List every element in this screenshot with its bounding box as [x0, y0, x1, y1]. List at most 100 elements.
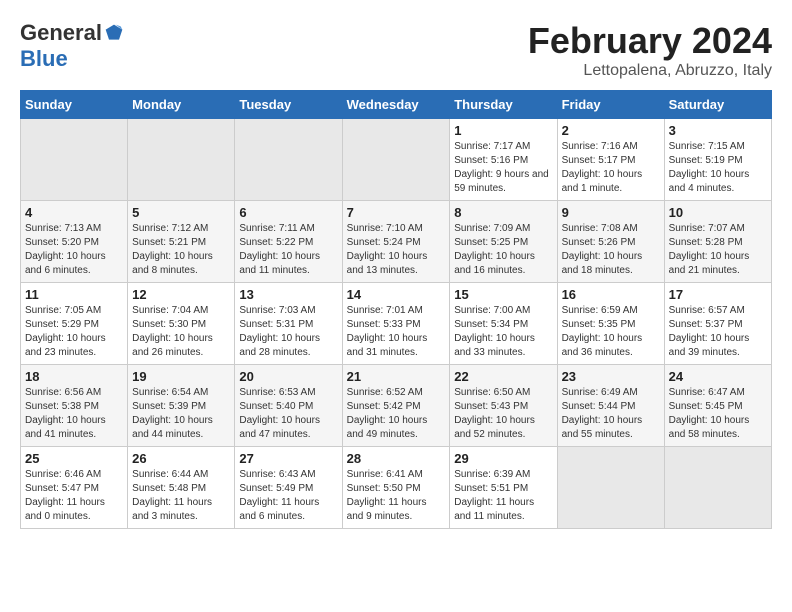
logo-icon	[104, 23, 124, 43]
day-info: Sunrise: 6:57 AMSunset: 5:37 PMDaylight:…	[669, 304, 767, 360]
calendar-cell: 28Sunrise: 6:41 AMSunset: 5:50 PMDayligh…	[342, 447, 450, 529]
day-info: Sunrise: 7:12 AMSunset: 5:21 PMDaylight:…	[132, 222, 230, 278]
calendar-cell	[342, 119, 450, 201]
day-number: 6	[239, 205, 337, 220]
calendar-cell: 22 Sunrise: 6:50 AMSunset: 5:43 PMDayligh…	[450, 365, 557, 447]
day-info: Sunrise: 7:13 AMSunset: 5:20 PMDaylight:…	[25, 222, 123, 278]
day-number: 21	[347, 369, 446, 384]
weekday-header-thursday: Thursday	[450, 91, 557, 119]
calendar-cell: 17 Sunrise: 6:57 AMSunset: 5:37 PMDayligh…	[664, 283, 771, 365]
day-number: 4	[25, 205, 123, 220]
calendar-week-row: 18 Sunrise: 6:56 AMSunset: 5:38 PMDayligh…	[21, 365, 772, 447]
day-number: 13	[239, 287, 337, 302]
day-number: 12	[132, 287, 230, 302]
day-info: Sunrise: 6:47 AMSunset: 5:45 PMDaylight:…	[669, 386, 767, 442]
day-number: 8	[454, 205, 552, 220]
day-number: 10	[669, 205, 767, 220]
day-number: 9	[562, 205, 660, 220]
calendar-cell: 13 Sunrise: 7:03 AMSunset: 5:31 PMDayligh…	[235, 283, 342, 365]
calendar-cell	[235, 119, 342, 201]
day-number: 16	[562, 287, 660, 302]
weekday-header-friday: Friday	[557, 91, 664, 119]
calendar-cell: 1 Sunrise: 7:17 AMSunset: 5:16 PMDaylight…	[450, 119, 557, 201]
calendar-cell: 24Sunrise: 6:47 AMSunset: 5:45 PMDayligh…	[664, 365, 771, 447]
weekday-header-row: SundayMondayTuesdayWednesdayThursdayFrid…	[21, 91, 772, 119]
weekday-header-sunday: Sunday	[21, 91, 128, 119]
day-number: 29	[454, 451, 552, 466]
calendar-cell: 7 Sunrise: 7:10 AMSunset: 5:24 PMDaylight…	[342, 201, 450, 283]
calendar-cell: 29Sunrise: 6:39 AMSunset: 5:51 PMDayligh…	[450, 447, 557, 529]
day-number: 22	[454, 369, 552, 384]
weekday-header-wednesday: Wednesday	[342, 91, 450, 119]
day-info: Sunrise: 7:10 AMSunset: 5:24 PMDaylight:…	[347, 222, 446, 278]
calendar-cell: 25 Sunrise: 6:46 AMSunset: 5:47 PMDayligh…	[21, 447, 128, 529]
day-info: Sunrise: 7:07 AMSunset: 5:28 PMDaylight:…	[669, 222, 767, 278]
day-number: 5	[132, 205, 230, 220]
weekday-header-tuesday: Tuesday	[235, 91, 342, 119]
day-info: Sunrise: 6:43 AMSunset: 5:49 PMDaylight:…	[239, 468, 337, 524]
calendar-cell: 26 Sunrise: 6:44 AMSunset: 5:48 PMDayligh…	[128, 447, 235, 529]
month-title: February 2024	[528, 20, 772, 62]
calendar-cell: 12Sunrise: 7:04 AMSunset: 5:30 PMDayligh…	[128, 283, 235, 365]
day-number: 20	[239, 369, 337, 384]
day-info: Sunrise: 6:54 AMSunset: 5:39 PMDaylight:…	[132, 386, 230, 442]
day-info: Sunrise: 7:17 AMSunset: 5:16 PMDaylight:…	[454, 140, 552, 196]
day-info: Sunrise: 7:11 AMSunset: 5:22 PMDaylight:…	[239, 222, 337, 278]
calendar-cell: 3 Sunrise: 7:15 AMSunset: 5:19 PMDaylight…	[664, 119, 771, 201]
day-info: Sunrise: 7:03 AMSunset: 5:31 PMDaylight:…	[239, 304, 337, 360]
calendar-cell: 27Sunrise: 6:43 AMSunset: 5:49 PMDayligh…	[235, 447, 342, 529]
day-number: 1	[454, 123, 552, 138]
day-number: 14	[347, 287, 446, 302]
calendar-cell: 18 Sunrise: 6:56 AMSunset: 5:38 PMDayligh…	[21, 365, 128, 447]
day-number: 11	[25, 287, 123, 302]
calendar-cell: 11 Sunrise: 7:05 AMSunset: 5:29 PMDayligh…	[21, 283, 128, 365]
calendar-cell: 20Sunrise: 6:53 AMSunset: 5:40 PMDayligh…	[235, 365, 342, 447]
day-info: Sunrise: 6:44 AMSunset: 5:48 PMDaylight:…	[132, 468, 230, 524]
day-number: 28	[347, 451, 446, 466]
weekday-header-monday: Monday	[128, 91, 235, 119]
weekday-header-saturday: Saturday	[664, 91, 771, 119]
header: General Blue February 2024 Lettopalena, …	[20, 20, 772, 80]
day-info: Sunrise: 7:16 AMSunset: 5:17 PMDaylight:…	[562, 140, 660, 196]
calendar-week-row: 1 Sunrise: 7:17 AMSunset: 5:16 PMDaylight…	[21, 119, 772, 201]
day-number: 2	[562, 123, 660, 138]
day-info: Sunrise: 6:46 AMSunset: 5:47 PMDaylight:…	[25, 468, 123, 524]
day-number: 18	[25, 369, 123, 384]
calendar-cell: 15 Sunrise: 7:00 AMSunset: 5:34 PMDayligh…	[450, 283, 557, 365]
day-number: 25	[25, 451, 123, 466]
day-info: Sunrise: 6:56 AMSunset: 5:38 PMDaylight:…	[25, 386, 123, 442]
day-number: 17	[669, 287, 767, 302]
calendar-cell	[21, 119, 128, 201]
day-number: 26	[132, 451, 230, 466]
calendar-cell: 5 Sunrise: 7:12 AMSunset: 5:21 PMDaylight…	[128, 201, 235, 283]
day-info: Sunrise: 6:59 AMSunset: 5:35 PMDaylight:…	[562, 304, 660, 360]
calendar-cell: 6 Sunrise: 7:11 AMSunset: 5:22 PMDaylight…	[235, 201, 342, 283]
day-number: 3	[669, 123, 767, 138]
calendar-cell: 19Sunrise: 6:54 AMSunset: 5:39 PMDayligh…	[128, 365, 235, 447]
calendar-cell: 8 Sunrise: 7:09 AMSunset: 5:25 PMDaylight…	[450, 201, 557, 283]
calendar-cell: 23Sunrise: 6:49 AMSunset: 5:44 PMDayligh…	[557, 365, 664, 447]
day-info: Sunrise: 7:01 AMSunset: 5:33 PMDaylight:…	[347, 304, 446, 360]
day-info: Sunrise: 7:00 AMSunset: 5:34 PMDaylight:…	[454, 304, 552, 360]
calendar-cell: 21 Sunrise: 6:52 AMSunset: 5:42 PMDayligh…	[342, 365, 450, 447]
day-number: 15	[454, 287, 552, 302]
calendar-cell: 14 Sunrise: 7:01 AMSunset: 5:33 PMDayligh…	[342, 283, 450, 365]
day-number: 7	[347, 205, 446, 220]
day-info: Sunrise: 6:50 AMSunset: 5:43 PMDaylight:…	[454, 386, 552, 442]
day-info: Sunrise: 6:52 AMSunset: 5:42 PMDaylight:…	[347, 386, 446, 442]
day-info: Sunrise: 6:49 AMSunset: 5:44 PMDaylight:…	[562, 386, 660, 442]
logo-general-text: General	[20, 20, 102, 46]
location-subtitle: Lettopalena, Abruzzo, Italy	[528, 62, 772, 80]
calendar-cell: 9 Sunrise: 7:08 AMSunset: 5:26 PMDaylight…	[557, 201, 664, 283]
calendar-week-row: 4 Sunrise: 7:13 AMSunset: 5:20 PMDaylight…	[21, 201, 772, 283]
day-info: Sunrise: 7:15 AMSunset: 5:19 PMDaylight:…	[669, 140, 767, 196]
calendar-cell	[557, 447, 664, 529]
logo: General Blue	[20, 20, 124, 72]
calendar-cell: 10 Sunrise: 7:07 AMSunset: 5:28 PMDayligh…	[664, 201, 771, 283]
calendar-cell: 4 Sunrise: 7:13 AMSunset: 5:20 PMDaylight…	[21, 201, 128, 283]
day-info: Sunrise: 7:09 AMSunset: 5:25 PMDaylight:…	[454, 222, 552, 278]
calendar-week-row: 25 Sunrise: 6:46 AMSunset: 5:47 PMDayligh…	[21, 447, 772, 529]
logo-blue-text: Blue	[20, 46, 68, 72]
day-info: Sunrise: 7:08 AMSunset: 5:26 PMDaylight:…	[562, 222, 660, 278]
day-info: Sunrise: 7:05 AMSunset: 5:29 PMDaylight:…	[25, 304, 123, 360]
